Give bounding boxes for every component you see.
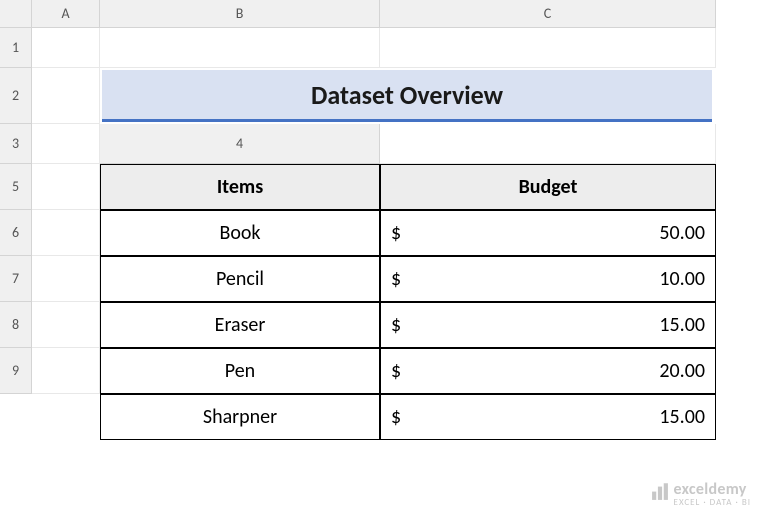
cell-a9[interactable] — [32, 348, 100, 394]
cell-a2[interactable] — [32, 68, 100, 124]
col-header-a[interactable]: A — [32, 0, 100, 28]
table-header-budget[interactable]: Budget — [380, 164, 716, 210]
row-header-2[interactable]: 2 — [0, 68, 32, 124]
amount-value: 10.00 — [659, 267, 705, 291]
watermark-text: exceldemy EXCEL · DATA · BI — [674, 480, 751, 508]
amount-value: 20.00 — [659, 359, 705, 383]
cell-a6[interactable] — [32, 210, 100, 256]
currency-symbol: $ — [391, 405, 401, 429]
spreadsheet-grid: A B C 1 2 Dataset Overview 3 4 Items Bud… — [0, 0, 767, 440]
table-cell-budget[interactable]: $ 15.00 — [380, 394, 716, 440]
table-header-items[interactable]: Items — [100, 164, 380, 210]
currency-symbol: $ — [391, 267, 401, 291]
cell-a4[interactable] — [380, 124, 716, 164]
table-cell-budget[interactable]: $ 20.00 — [380, 348, 716, 394]
table-cell-item[interactable]: Eraser — [100, 302, 380, 348]
cell-a5[interactable] — [32, 164, 100, 210]
watermark: exceldemy EXCEL · DATA · BI — [650, 480, 751, 508]
row-header-7[interactable]: 7 — [0, 256, 32, 302]
amount-value: 50.00 — [659, 221, 705, 245]
table-cell-item[interactable]: Sharpner — [100, 394, 380, 440]
row-header-4[interactable]: 4 — [100, 124, 380, 164]
select-all-corner[interactable] — [0, 0, 32, 28]
table-cell-item[interactable]: Pen — [100, 348, 380, 394]
row-header-6[interactable]: 6 — [0, 210, 32, 256]
cell-b1[interactable] — [100, 28, 380, 68]
row-header-9[interactable]: 9 — [0, 348, 32, 394]
currency-symbol: $ — [391, 221, 401, 245]
table-cell-item[interactable]: Pencil — [100, 256, 380, 302]
cell-a8[interactable] — [32, 302, 100, 348]
row-header-8[interactable]: 8 — [0, 302, 32, 348]
title-banner[interactable]: Dataset Overview — [102, 70, 712, 122]
cell-c1[interactable] — [380, 28, 716, 68]
table-cell-budget[interactable]: $ 50.00 — [380, 210, 716, 256]
cell-a3[interactable] — [32, 124, 100, 164]
cell-a7[interactable] — [32, 256, 100, 302]
table-cell-item[interactable]: Book — [100, 210, 380, 256]
col-header-c[interactable]: C — [380, 0, 716, 28]
data-table: Items Budget Book $ 50.00 Pencil $ 10.00… — [100, 164, 716, 440]
currency-symbol: $ — [391, 359, 401, 383]
bar-chart-icon — [650, 482, 670, 506]
currency-symbol: $ — [391, 313, 401, 337]
table-cell-budget[interactable]: $ 15.00 — [380, 302, 716, 348]
col-header-b[interactable]: B — [100, 0, 380, 28]
watermark-subtitle: EXCEL · DATA · BI — [674, 497, 751, 508]
cell-a1[interactable] — [32, 28, 100, 68]
row-header-3[interactable]: 3 — [0, 124, 32, 164]
row-header-5[interactable]: 5 — [0, 164, 32, 210]
table-cell-budget[interactable]: $ 10.00 — [380, 256, 716, 302]
row-header-1[interactable]: 1 — [0, 28, 32, 68]
amount-value: 15.00 — [659, 313, 705, 337]
amount-value: 15.00 — [659, 405, 705, 429]
